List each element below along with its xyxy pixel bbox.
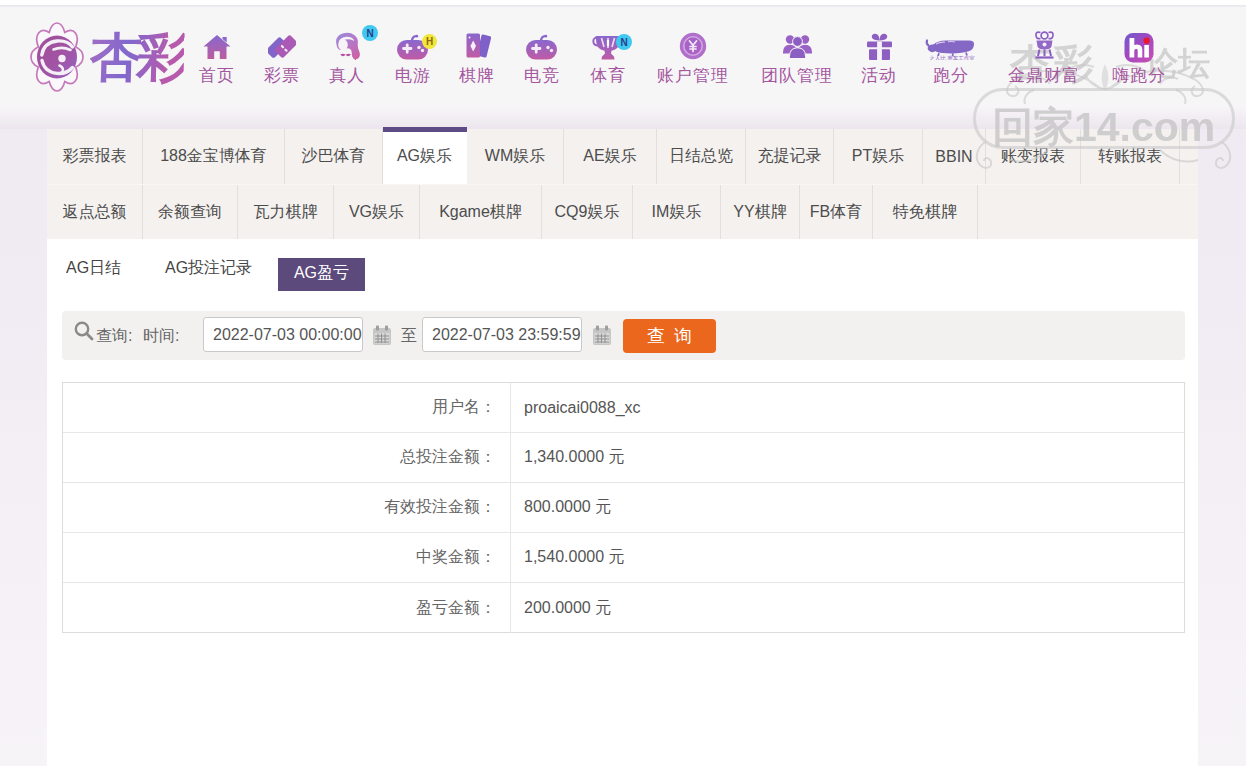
svg-text:之人比 赛车工作室: 之人比 赛车工作室 — [929, 55, 975, 61]
